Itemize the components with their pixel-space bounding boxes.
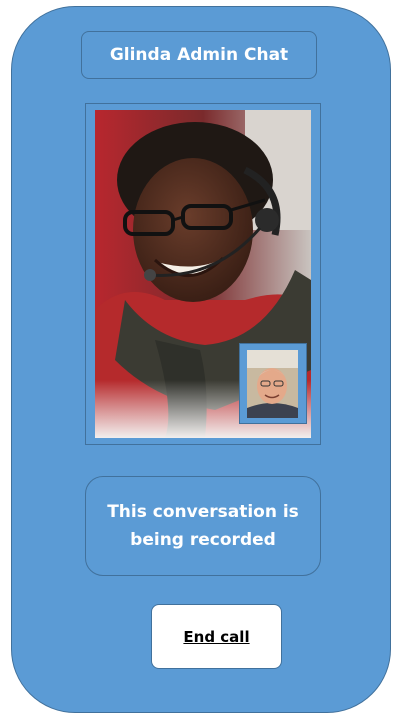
self-video[interactable] [239,343,307,424]
self-video-image [247,350,298,418]
recording-notice: This conversation is being recorded [85,476,321,576]
remote-video [95,110,311,438]
end-call-label: End call [183,627,250,646]
video-frame [85,103,321,445]
end-call-button[interactable]: End call [151,604,282,669]
app-title-text: Glinda Admin Chat [109,45,289,65]
recording-notice-text: This conversation is being recorded [107,502,299,550]
phone-frame: Glinda Admin Chat This conversation is b… [11,6,391,713]
app-title: Glinda Admin Chat [81,31,317,79]
